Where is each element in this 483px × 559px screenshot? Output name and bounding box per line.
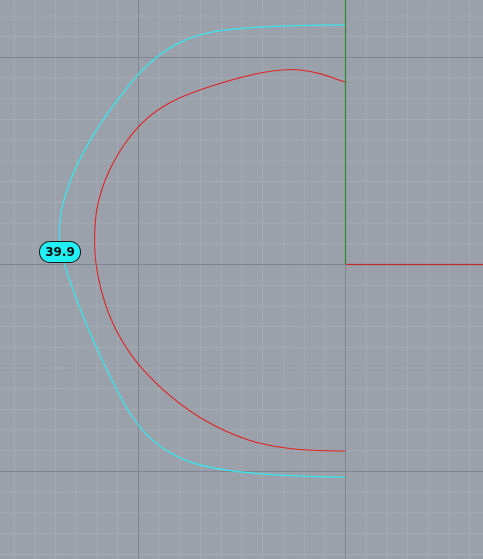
inner-profile-curve[interactable] (94, 69, 346, 452)
cad-viewport[interactable]: 39.9 (0, 0, 483, 559)
viewport-canvas[interactable] (0, 0, 483, 559)
dimension-label[interactable]: 39.9 (39, 241, 81, 263)
minor-grid (0, 0, 483, 559)
major-grid (0, 0, 483, 559)
